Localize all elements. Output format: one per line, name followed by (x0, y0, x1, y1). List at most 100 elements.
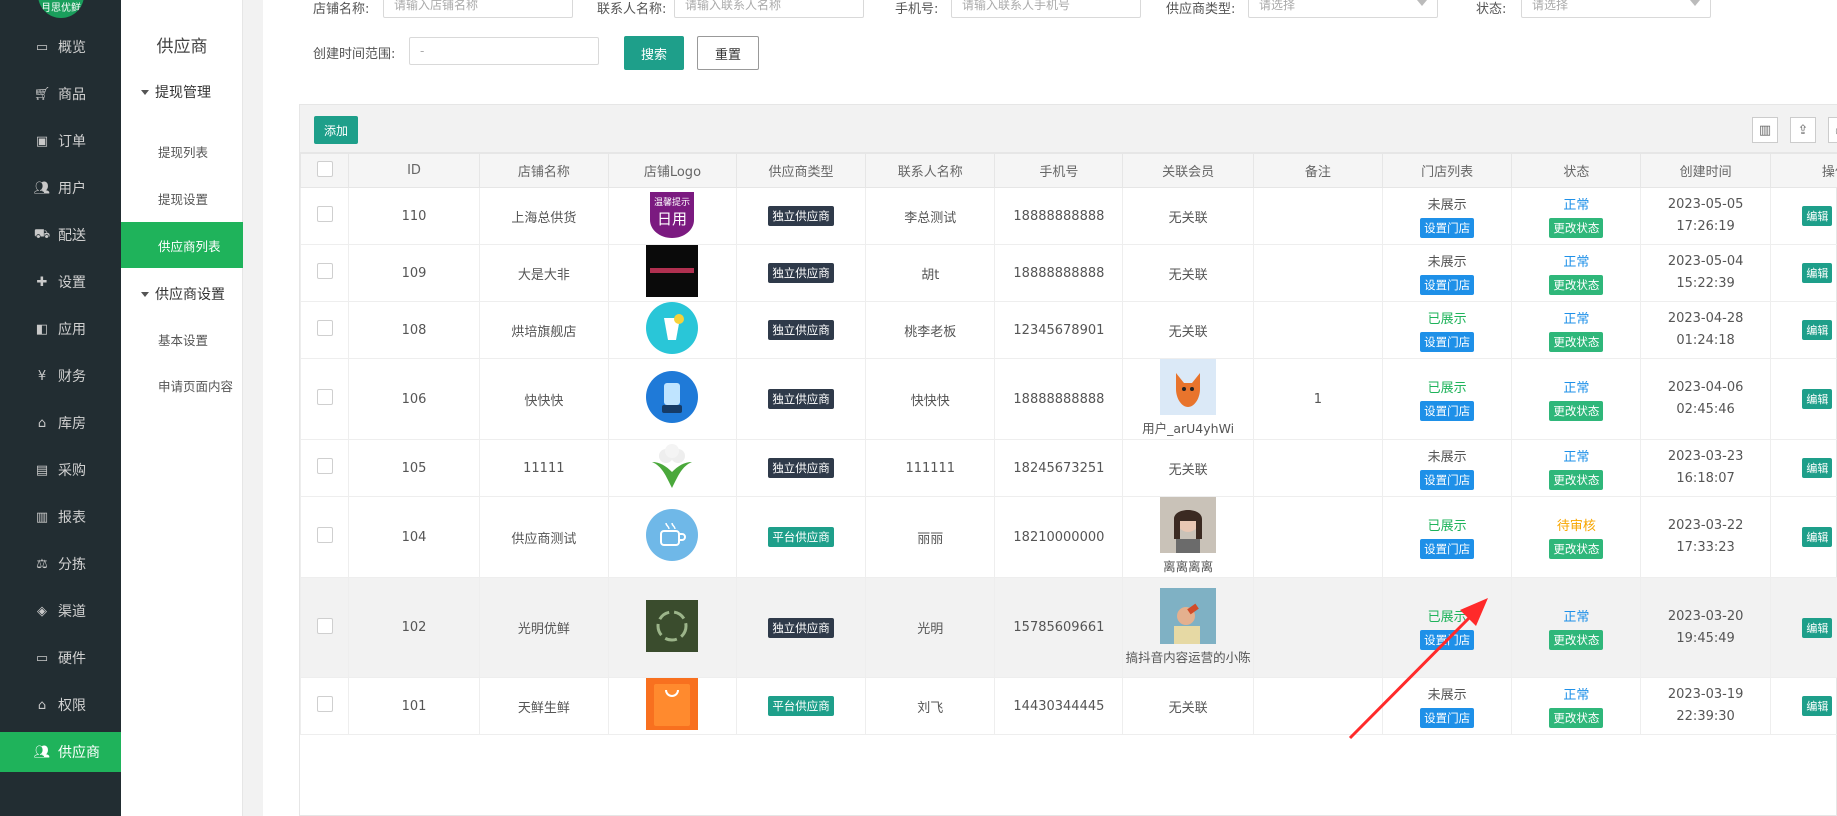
add-button[interactable]: 添加 (314, 116, 358, 144)
table-row[interactable]: 104 供应商测试 平台供应商 丽丽 18210000000 离离离离 已展示 设置门店 待审核… (299, 496, 1837, 578)
edit-button[interactable]: 编辑 (1802, 458, 1833, 478)
row-checkbox[interactable] (316, 527, 333, 543)
row-checkbox[interactable] (316, 617, 333, 634)
table-row[interactable]: 109 大是大非 独立供应商 胡t 18888888888 无关联 未展示 设置门店 正常 更改状… (299, 244, 1837, 302)
column-header[interactable]: ID (348, 153, 480, 188)
row-checkbox[interactable] (316, 263, 333, 279)
submenu-item-withdraw-list[interactable]: 提现列表 (121, 128, 243, 174)
edit-button[interactable]: 编辑 (1802, 696, 1833, 716)
set-store-button[interactable]: 设置门店 (1420, 401, 1475, 421)
store-display-status: 未展示 (1427, 198, 1467, 213)
table-row[interactable]: 106 快快快 独立供应商 快快快 18888888888 用户_arU4yhWi 1 已展示… (299, 358, 1837, 440)
status-select[interactable]: 请选择 (1521, 0, 1711, 18)
row-checkbox[interactable] (316, 206, 333, 222)
sidebar-item[interactable]: ▭ 概览 (0, 27, 121, 67)
change-status-button[interactable]: 更改状态 (1549, 470, 1604, 490)
column-header[interactable]: 手机号 (994, 153, 1124, 188)
change-status-button[interactable]: 更改状态 (1549, 218, 1604, 238)
type-select[interactable]: 请选择 (1248, 0, 1438, 18)
column-header[interactable]: 状态 (1511, 153, 1642, 188)
edit-button[interactable]: 编辑 (1802, 206, 1833, 226)
submenu-item-apply-page[interactable]: 申请页面内容 (121, 362, 243, 408)
change-status-button[interactable]: 更改状态 (1549, 539, 1604, 559)
column-header[interactable]: 门店列表 (1382, 153, 1513, 188)
order-icon: ▣ (35, 133, 49, 149)
set-store-button[interactable]: 设置门店 (1420, 629, 1475, 650)
member-name: 无关联 (1168, 267, 1208, 283)
edit-button[interactable]: 编辑 (1802, 389, 1833, 409)
submenu-group-supplier-settings[interactable]: 供应商设置 (141, 284, 225, 304)
edit-button[interactable]: 编辑 (1802, 320, 1833, 340)
phone-input[interactable]: 请输入联系人手机号 (951, 0, 1141, 18)
table-row[interactable]: 110 上海总供货 温馨提示 日用 独立供应商 李总测试 18888888888 无关联 未展示… (299, 187, 1837, 245)
sidebar-item[interactable]: 👥︎ 用户 (0, 168, 121, 208)
row-checkbox[interactable] (316, 458, 333, 474)
sidebar-item[interactable]: ▥ 报表 (0, 497, 121, 537)
column-header[interactable]: 操作 (1769, 153, 1837, 188)
member-cell: 离离离离 (1122, 496, 1254, 578)
table-row[interactable]: 108 烘培旗舰店 独立供应商 桃李老板 12345678901 无关联 已展示 设置门店 正常… (299, 301, 1837, 359)
column-header[interactable]: 创建时间 (1640, 153, 1771, 188)
sidebar-item[interactable]: ▭ 硬件 (0, 638, 121, 678)
edit-button[interactable]: 编辑 (1802, 617, 1833, 638)
search-button[interactable]: 搜索 (624, 36, 684, 70)
print-icon[interactable]: ⎙ (1828, 117, 1837, 143)
id-cell: 101 (348, 677, 480, 735)
submenu-group-withdraw[interactable]: 提现管理 (141, 82, 211, 102)
date-range-input[interactable]: - (409, 37, 599, 65)
brand-logo[interactable]: 月思优鲜 (38, 0, 84, 18)
sidebar-item[interactable]: ◧ 应用 (0, 309, 121, 349)
column-header[interactable]: 店铺Logo (607, 153, 737, 188)
change-status-button[interactable]: 更改状态 (1549, 629, 1604, 650)
sidebar-item[interactable]: ⌂ 权限 (0, 685, 121, 725)
row-checkbox[interactable] (316, 696, 333, 712)
row-checkbox[interactable] (316, 389, 333, 405)
column-header[interactable]: 备注 (1252, 153, 1384, 188)
row-select-cell (299, 301, 350, 359)
columns-icon[interactable]: ▥ (1752, 117, 1778, 143)
column-header[interactable]: 关联会员 (1122, 153, 1254, 188)
store-name-input[interactable]: 请输入店铺名称 (383, 0, 573, 18)
row-checkbox[interactable] (316, 320, 333, 336)
change-status-button[interactable]: 更改状态 (1549, 401, 1604, 421)
table-row[interactable]: 102 光明优鲜 独立供应商 光明 15785609661 搞抖音内容运营的小陈 已展示 设置… (299, 577, 1837, 678)
reset-button[interactable]: 重置 (697, 36, 759, 70)
sidebar-item[interactable]: 👥︎ 供应商 (0, 732, 121, 772)
set-store-button[interactable]: 设置门店 (1420, 275, 1475, 295)
set-store-button[interactable]: 设置门店 (1420, 470, 1475, 490)
change-status-button[interactable]: 更改状态 (1549, 275, 1604, 295)
sidebar-item[interactable]: ⛟ 配送 (0, 215, 121, 255)
edit-button[interactable]: 编辑 (1802, 263, 1833, 283)
export-icon[interactable]: ⇪ (1790, 117, 1816, 143)
sidebar-item[interactable]: ⌂ 库房 (0, 403, 121, 443)
column-header[interactable]: 店铺名称 (478, 153, 609, 188)
sidebar-item[interactable]: ▤ 采购 (0, 450, 121, 490)
sidebar-item[interactable]: ⚖ 分拣 (0, 544, 121, 584)
change-status-button[interactable]: 更改状态 (1549, 708, 1604, 728)
change-status-button[interactable]: 更改状态 (1549, 332, 1604, 352)
submenu-item-basic-settings[interactable]: 基本设置 (121, 316, 243, 362)
select-all-checkbox[interactable] (316, 160, 333, 177)
sidebar-item-label: 供应商 (58, 745, 100, 761)
sidebar-item[interactable]: ✚ 设置 (0, 262, 121, 302)
submenu-item-withdraw-settings[interactable]: 提现设置 (121, 175, 243, 221)
table-row[interactable]: 101 天鲜生鲜 平台供应商 刘飞 14430344445 无关联 未展示 设置门店 正常 更改状… (299, 677, 1837, 735)
table-row[interactable]: 105 11111 独立供应商 111111 18245673251 无关联 未展示 设置门店… (299, 439, 1837, 497)
set-store-button[interactable]: 设置门店 (1420, 332, 1475, 352)
phone-cell: 15785609661 (994, 577, 1124, 678)
column-header[interactable]: 供应商类型 (735, 153, 867, 188)
edit-button[interactable]: 编辑 (1802, 527, 1833, 547)
sidebar-item[interactable]: ◈ 渠道 (0, 591, 121, 631)
set-store-button[interactable]: 设置门店 (1420, 539, 1475, 559)
submenu-item-supplier-list[interactable]: 供应商列表 (121, 222, 243, 268)
contact-cell: 刘飞 (865, 677, 996, 735)
type-select-value: 请选择 (1259, 0, 1296, 12)
contact-input[interactable]: 请输入联系人名称 (674, 0, 864, 18)
filter-form: 店铺名称: 请输入店铺名称 联系人名称: 请输入联系人名称 手机号: 请输入联系… (263, 0, 1837, 120)
set-store-button[interactable]: 设置门店 (1420, 218, 1475, 238)
sidebar-item[interactable]: 🛒︎ 商品 (0, 74, 121, 114)
sidebar-item[interactable]: ▣ 订单 (0, 121, 121, 161)
sidebar-item[interactable]: ¥ 财务 (0, 356, 121, 396)
set-store-button[interactable]: 设置门店 (1420, 708, 1475, 728)
column-header[interactable]: 联系人名称 (865, 153, 996, 188)
